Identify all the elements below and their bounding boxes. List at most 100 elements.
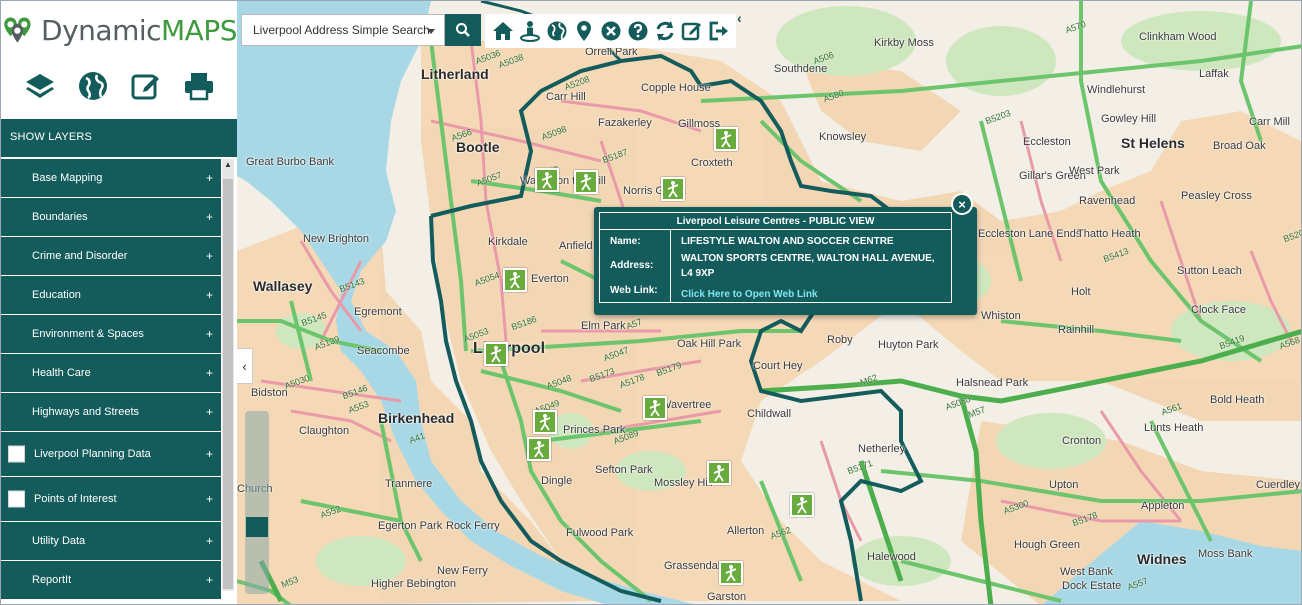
map-marker-icon[interactable] (570, 17, 597, 45)
map-place-label: Carr Mill (1249, 116, 1290, 128)
map-place-label: Clinkham Wood (1139, 31, 1217, 43)
expand-plus-icon[interactable]: + (206, 210, 213, 224)
expand-plus-icon[interactable]: + (206, 405, 213, 419)
zoom-slider-handle[interactable] (246, 517, 268, 537)
layer-item[interactable]: Boundaries + (1, 198, 221, 236)
leisure-person-icon (580, 174, 592, 191)
popup-close-button[interactable]: × (951, 193, 973, 215)
zoom-slider[interactable] (245, 411, 269, 594)
layer-item[interactable]: Points of Interest + (1, 477, 221, 521)
leisure-centre-marker[interactable] (719, 561, 743, 585)
help-icon[interactable] (624, 17, 651, 45)
map-place-label: Hough Green (1014, 539, 1081, 551)
collapse-sidebar-button[interactable]: ‹ (237, 348, 253, 384)
edit-icon[interactable] (678, 17, 705, 45)
map-place-label: Bidston (251, 387, 288, 399)
layers-icon[interactable] (23, 69, 57, 103)
leisure-centre-marker[interactable] (661, 177, 685, 201)
map-place-label: Lunts Heath (1144, 422, 1204, 434)
leisure-centre-marker[interactable] (643, 396, 667, 420)
edit-icon[interactable] (129, 69, 163, 103)
expand-plus-icon[interactable]: + (206, 171, 213, 185)
sidebar-tools (1, 57, 237, 115)
print-icon[interactable] (182, 69, 216, 103)
layer-item[interactable]: Liverpool Planning Data + (1, 432, 221, 476)
expand-plus-icon[interactable]: + (206, 249, 213, 263)
layer-item[interactable]: Base Mapping + (1, 159, 221, 197)
map-place-label: Knowsley (819, 131, 867, 143)
layer-item[interactable]: Environment & Spaces + (1, 315, 221, 353)
expand-plus-icon[interactable]: + (206, 366, 213, 380)
layer-item[interactable]: Crime and Disorder + (1, 237, 221, 275)
leisure-centre-marker[interactable] (503, 268, 527, 292)
show-layers-header[interactable]: SHOW LAYERS (1, 119, 237, 157)
map-place-label: Halewood (867, 551, 916, 563)
leisure-person-icon (725, 565, 737, 582)
map-place-label: Oak Hill Park (677, 338, 742, 350)
popup-name-label: Name: (599, 229, 671, 249)
leisure-person-icon (539, 414, 551, 431)
clear-icon[interactable] (597, 17, 624, 45)
map-place-label: Wavertree (661, 399, 712, 411)
search-group: Liverpool Address Simple Search (241, 14, 481, 46)
layer-item[interactable]: Health Care + (1, 354, 221, 392)
leisure-person-icon (713, 465, 725, 482)
expand-plus-icon[interactable]: + (206, 447, 213, 461)
search-type-select[interactable]: Liverpool Address Simple Search (241, 14, 445, 46)
map-place-label: Gowley Hill (1101, 113, 1157, 125)
layer-item[interactable]: Education + (1, 276, 221, 314)
map-place-label: Widnes (1137, 551, 1187, 567)
logout-icon[interactable] (705, 17, 732, 45)
leisure-centre-marker[interactable] (714, 127, 738, 151)
expand-plus-icon[interactable]: + (206, 492, 213, 506)
map-place-label: Fulwood Park (566, 527, 634, 539)
map-place-label: Bold Heath (1210, 394, 1265, 406)
leisure-person-icon (720, 131, 732, 148)
map-place-label: Court Hey (753, 360, 803, 372)
layer-item[interactable]: Highways and Streets + (1, 393, 221, 431)
layer-checkbox[interactable] (8, 445, 25, 463)
layer-checkbox[interactable] (8, 490, 25, 508)
layer-item-label: Highways and Streets (32, 406, 139, 418)
globe-icon[interactable] (76, 69, 110, 103)
map-place-label: Tranmere (385, 478, 433, 490)
map-place-label: Cuerdley Cross (1256, 479, 1301, 491)
leisure-centre-marker[interactable] (527, 437, 551, 461)
layer-item[interactable]: ReportIt + (1, 561, 221, 599)
leisure-person-icon (796, 497, 808, 514)
leisure-centre-marker[interactable] (535, 168, 559, 192)
leisure-centre-marker[interactable] (533, 410, 557, 434)
map-place-label: Thatto Heath (1077, 228, 1141, 240)
map-place-label: Rainhill (1058, 324, 1095, 336)
map-place-label: Whiston (981, 310, 1021, 322)
logo-pin-icon (4, 17, 31, 43)
leisure-centre-marker[interactable] (790, 493, 814, 517)
logo-text: DynamicMAPS (41, 13, 237, 47)
expand-plus-icon[interactable]: + (206, 534, 213, 548)
search-button[interactable] (445, 14, 481, 46)
expand-plus-icon[interactable]: + (206, 327, 213, 341)
scroll-up-arrow-icon[interactable]: ▲ (222, 159, 234, 171)
street-view-icon[interactable] (516, 17, 543, 45)
leisure-centre-marker[interactable] (484, 342, 508, 366)
layer-item[interactable]: Utility Data + (1, 522, 221, 560)
refresh-icon[interactable] (651, 17, 678, 45)
map-place-label: Bootle (456, 139, 500, 155)
map-place-label: West Bank (1060, 566, 1113, 578)
expand-plus-icon[interactable]: + (206, 573, 213, 587)
sidebar-scrollbar-thumb[interactable] (223, 179, 233, 589)
caret-down-icon (427, 29, 435, 34)
globe-icon[interactable] (543, 17, 570, 45)
popup-web-link[interactable]: Click Here to Open Web Link (681, 289, 818, 300)
home-icon[interactable] (489, 17, 516, 45)
map-place-label: Anfield (559, 240, 593, 252)
map-place-label: Broad Oak (1213, 140, 1266, 152)
collapse-toolbar-icon[interactable]: ‹ (737, 10, 749, 28)
leisure-centre-marker[interactable] (707, 461, 731, 485)
map-place-label: West Park (1069, 165, 1120, 177)
map-place-label: Childwall (747, 408, 792, 420)
leisure-centre-marker[interactable] (574, 170, 598, 194)
search-type-value: Liverpool Address Simple Search (253, 23, 430, 37)
map-place-label: Roby (827, 334, 853, 346)
expand-plus-icon[interactable]: + (206, 288, 213, 302)
